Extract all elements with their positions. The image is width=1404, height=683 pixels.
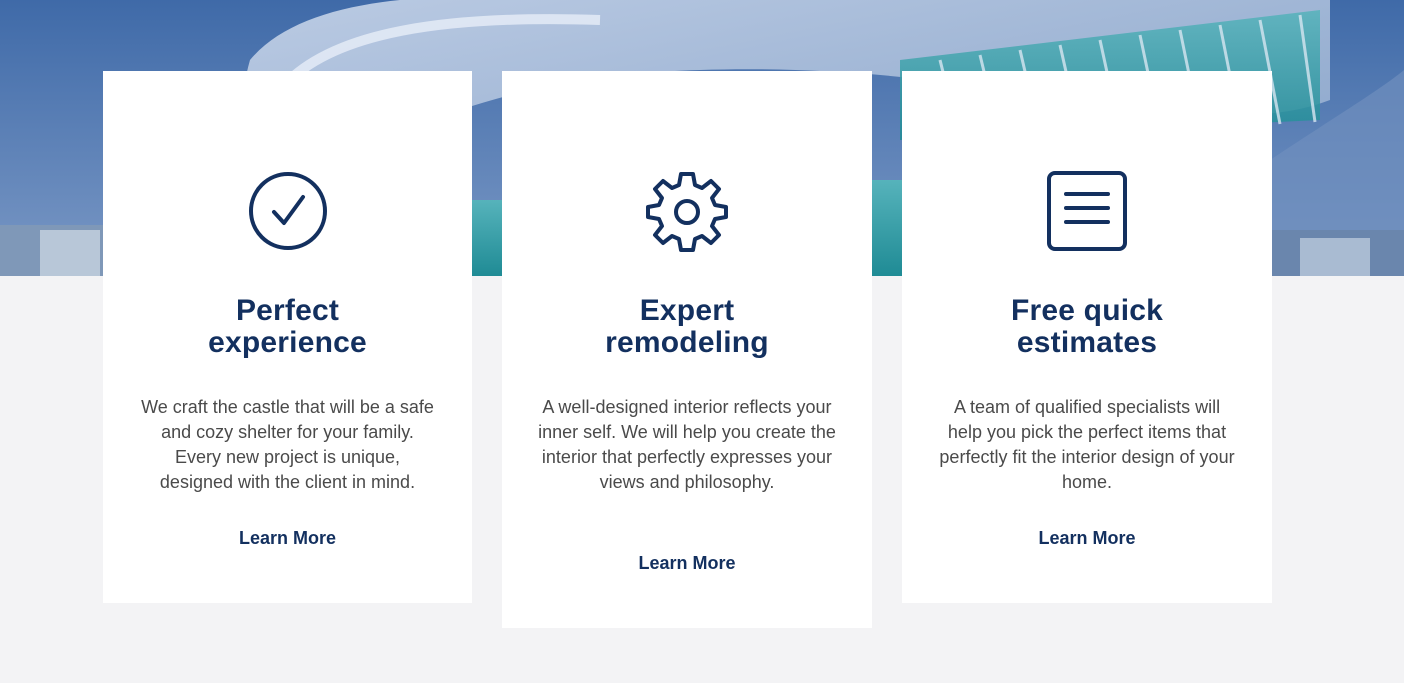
feature-title: Free quick estimates (1010, 294, 1164, 359)
gear-icon (646, 170, 728, 252)
feature-card-expert-remodeling: Expert remodeling A well-designed interio… (502, 71, 872, 628)
check-circle-icon (247, 170, 329, 252)
feature-card-perfect-experience: Perfect experience We craft the castle th… (103, 71, 472, 603)
features-section: Perfect experience We craft the castle th… (0, 0, 1404, 683)
feature-description: A team of qualified specialists will hel… (939, 397, 1235, 492)
learn-more-link[interactable]: Learn More (103, 527, 472, 549)
feature-description: We craft the castle that will be a safe … (141, 397, 434, 492)
learn-more-link[interactable]: Learn More (902, 527, 1272, 549)
feature-card-free-quick-estimates: Free quick estimates A team of qualified … (902, 71, 1272, 603)
document-lines-icon (1046, 170, 1128, 252)
feature-title: Perfect experience (208, 294, 367, 359)
feature-description: A well-designed interior reflects your i… (538, 397, 836, 492)
feature-title: Expert remodeling (605, 294, 769, 359)
learn-more-link[interactable]: Learn More (502, 552, 872, 574)
